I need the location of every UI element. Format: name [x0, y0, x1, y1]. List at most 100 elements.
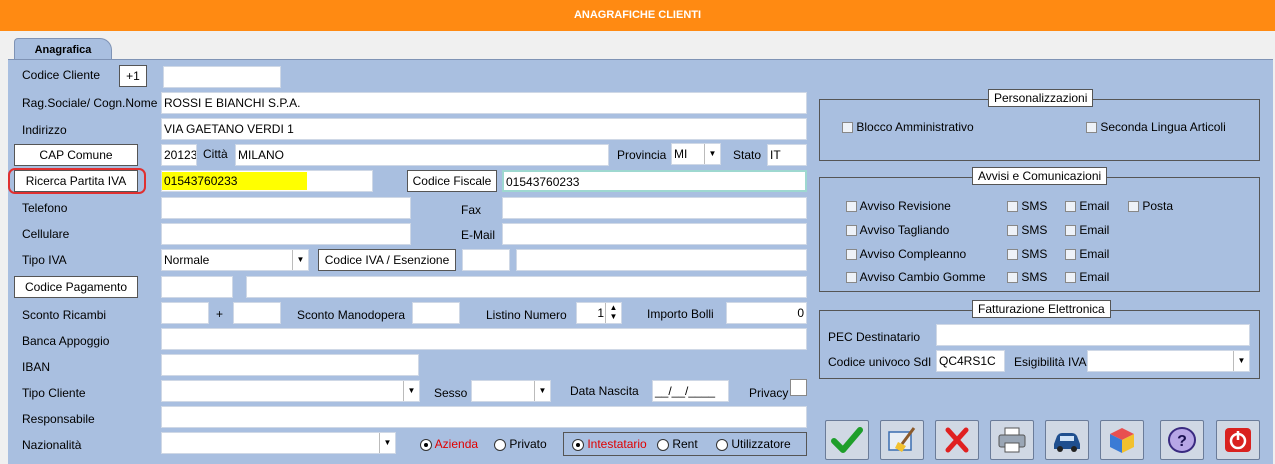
- avviso-cambio-gomme-email[interactable]: Email: [1065, 270, 1109, 284]
- responsabile-label: Responsabile: [22, 412, 95, 426]
- avviso-revisione-posta[interactable]: Posta: [1128, 199, 1173, 213]
- avviso-compleanno-email[interactable]: Email: [1065, 247, 1109, 261]
- edit-clean-icon: [888, 427, 916, 452]
- tab-anagrafica[interactable]: Anagrafica: [14, 38, 112, 61]
- listino-numero-stepper[interactable]: 1 ▲ ▼: [576, 302, 622, 324]
- radio-privato[interactable]: Privato: [494, 437, 547, 451]
- codice-fiscale-input[interactable]: 01543760233: [502, 170, 807, 192]
- codice-cliente-input[interactable]: [163, 66, 281, 88]
- radio-rent[interactable]: Rent: [657, 437, 698, 451]
- sconto-plus-label: +: [216, 307, 224, 321]
- sconto-manodopera-input[interactable]: [412, 302, 460, 324]
- avviso-revisione-email[interactable]: Email: [1065, 199, 1109, 213]
- checkbox-icon: [1065, 225, 1076, 237]
- cube-icon: [1110, 428, 1134, 453]
- print-button[interactable]: [990, 420, 1034, 460]
- checkbox-icon: [1007, 249, 1018, 261]
- chevron-down-icon: ▼: [403, 381, 419, 401]
- fatturazione-title: Fatturazione Elettronica: [972, 300, 1111, 318]
- svg-text:?: ?: [1177, 433, 1187, 450]
- checkbox-icon: [842, 122, 853, 134]
- responsabile-input[interactable]: [161, 406, 807, 428]
- vehicle-button[interactable]: [1045, 420, 1089, 460]
- checkbox-icon: [846, 272, 857, 284]
- avviso-cambio-gomme-checkbox[interactable]: Avviso Cambio Gomme: [846, 270, 986, 284]
- rag-sociale-input[interactable]: ROSSI E BIANCHI S.P.A.: [161, 92, 807, 114]
- sconto-ricambi-input-1[interactable]: [161, 302, 209, 324]
- ricerca-partita-iva-button[interactable]: Ricerca Partita IVA: [14, 170, 138, 192]
- delete-icon: [945, 427, 969, 453]
- increment-code-button[interactable]: +1: [119, 65, 147, 87]
- seconda-lingua-checkbox[interactable]: Seconda Lingua Articoli: [1086, 120, 1226, 134]
- cap-comune-button[interactable]: CAP Comune: [14, 144, 138, 166]
- email-input[interactable]: [502, 223, 807, 245]
- avviso-tagliando-checkbox[interactable]: Avviso Tagliando: [846, 223, 949, 237]
- banca-appoggio-label: Banca Appoggio: [22, 334, 110, 348]
- edit-clean-button[interactable]: [880, 420, 924, 460]
- nazionalita-label: Nazionalità: [22, 438, 82, 452]
- confirm-button[interactable]: [825, 420, 869, 460]
- avviso-cambio-gomme-sms[interactable]: SMS: [1007, 270, 1047, 284]
- cap-input[interactable]: 20123: [161, 144, 197, 166]
- checkbox-icon: [1065, 201, 1076, 213]
- codice-iva-esenzione-button[interactable]: Codice IVA / Esenzione: [318, 249, 456, 271]
- data-nascita-input[interactable]: __/__/____: [652, 380, 729, 402]
- sesso-select[interactable]: ▼: [471, 380, 551, 402]
- codice-pagamento-input[interactable]: [161, 276, 233, 298]
- pec-input[interactable]: [936, 324, 1250, 346]
- help-button[interactable]: ?: [1160, 420, 1204, 460]
- citta-input[interactable]: MILANO: [235, 144, 609, 166]
- radio-azienda[interactable]: Azienda: [420, 437, 478, 451]
- cellulare-input[interactable]: [161, 223, 411, 245]
- radio-icon: [657, 438, 669, 451]
- sdi-input[interactable]: QC4RS1C: [936, 350, 1005, 372]
- fax-input[interactable]: [502, 197, 807, 219]
- importo-bolli-input[interactable]: 0: [726, 302, 807, 324]
- checkbox-icon: [1007, 225, 1018, 237]
- window-title: ANAGRAFICHE CLIENTI: [0, 0, 1275, 31]
- blocco-amministrativo-checkbox[interactable]: Blocco Amministrativo: [842, 120, 974, 134]
- codice-pagamento-button[interactable]: Codice Pagamento: [14, 276, 138, 298]
- avviso-revisione-checkbox[interactable]: Avviso Revisione: [846, 199, 951, 213]
- privacy-checkbox[interactable]: [790, 379, 807, 396]
- tipo-cliente-select[interactable]: ▼: [161, 380, 420, 402]
- avviso-tagliando-email[interactable]: Email: [1065, 223, 1109, 237]
- chevron-down-icon: ▼: [704, 144, 720, 164]
- codice-fiscale-button[interactable]: Codice Fiscale: [407, 170, 497, 192]
- partita-iva-input[interactable]: 01543760233: [161, 170, 373, 192]
- stepper-arrows-icon[interactable]: ▲ ▼: [605, 303, 621, 323]
- avviso-revisione-sms[interactable]: SMS: [1007, 199, 1047, 213]
- codice-pagamento-desc-input[interactable]: [246, 276, 807, 298]
- car-icon: [1054, 433, 1080, 452]
- personalizzazioni-title: Personalizzazioni: [988, 89, 1094, 107]
- esigibilita-select[interactable]: ▼: [1087, 350, 1250, 372]
- nazionalita-select[interactable]: ▼: [161, 432, 396, 454]
- avviso-tagliando-sms[interactable]: SMS: [1007, 223, 1047, 237]
- checkbox-icon: [1007, 272, 1018, 284]
- codice-iva-desc-input[interactable]: [516, 249, 807, 271]
- privacy-label: Privacy: [749, 386, 789, 400]
- avvisi-title: Avvisi e Comunicazioni: [972, 167, 1108, 185]
- radio-intestatario[interactable]: Intestatario: [572, 437, 647, 451]
- codice-iva-input[interactable]: [462, 249, 510, 271]
- telefono-input[interactable]: [161, 197, 411, 219]
- radio-utilizzatore[interactable]: Utilizzatore: [716, 437, 791, 451]
- exit-button[interactable]: [1216, 420, 1260, 460]
- tipo-iva-select[interactable]: Normale ▼: [161, 249, 309, 271]
- radio-icon: [716, 438, 728, 451]
- banca-appoggio-input[interactable]: [161, 328, 807, 350]
- cube-button[interactable]: [1100, 420, 1144, 460]
- stato-label: Stato: [733, 148, 762, 162]
- iban-label: IBAN: [22, 360, 51, 374]
- avviso-compleanno-sms[interactable]: SMS: [1007, 247, 1047, 261]
- sconto-ricambi-label: Sconto Ricambi: [22, 308, 107, 322]
- sconto-ricambi-input-2[interactable]: [233, 302, 281, 324]
- provincia-select[interactable]: MI ▼: [671, 143, 721, 165]
- avviso-compleanno-checkbox[interactable]: Avviso Compleanno: [846, 247, 966, 261]
- checkbox-icon: [1007, 201, 1018, 213]
- iban-input[interactable]: [161, 354, 419, 376]
- indirizzo-input[interactable]: VIA GAETANO VERDI 1: [161, 118, 807, 140]
- checkbox-icon: [846, 249, 857, 261]
- stato-input[interactable]: IT: [767, 144, 807, 166]
- delete-button[interactable]: [935, 420, 979, 460]
